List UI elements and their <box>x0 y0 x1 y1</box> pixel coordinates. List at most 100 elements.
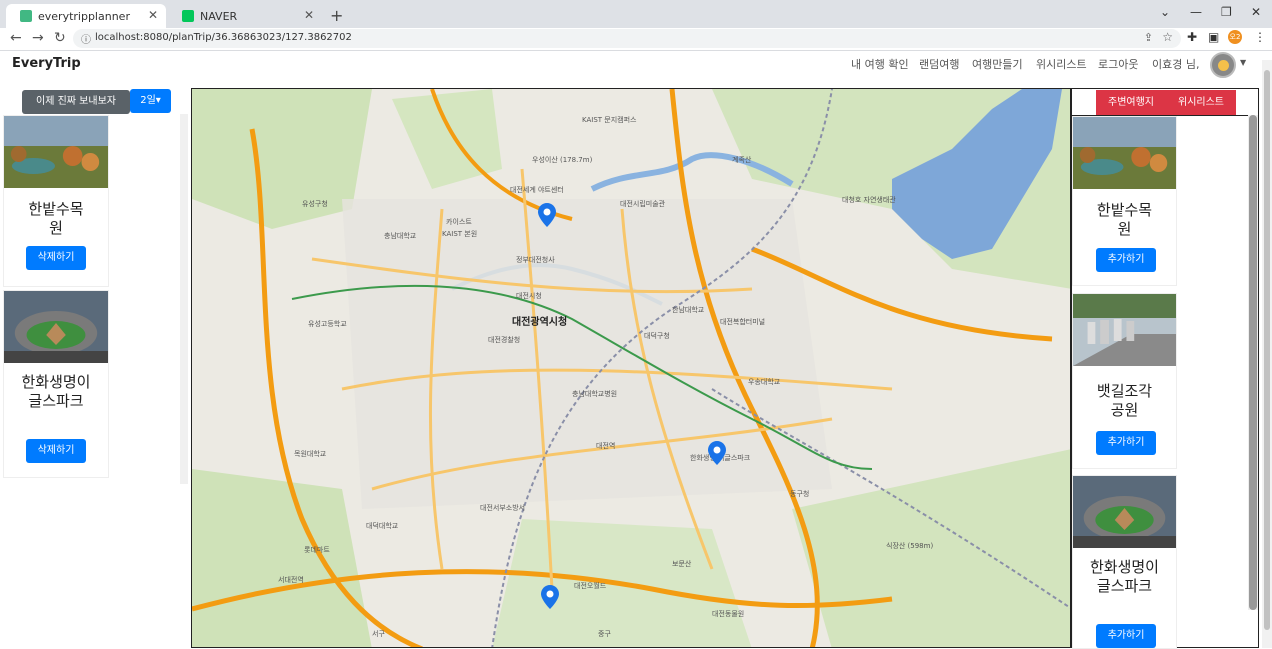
map-label: 보문산 <box>672 560 692 568</box>
map-label: 유성구청 <box>302 200 328 208</box>
add-button[interactable]: 추가하기 <box>1096 248 1156 272</box>
tab-everytrip[interactable]: everytripplanner ✕ <box>6 4 166 28</box>
card-title: 한화생명이글스파크 <box>1089 558 1159 595</box>
send-plan-button[interactable]: 이제 진짜 보내보자 <box>22 90 130 114</box>
page-scrollbar-thumb[interactable] <box>1264 70 1270 630</box>
close-tab-icon[interactable]: ✕ <box>304 8 314 22</box>
tab-strip: everytripplanner ✕ NAVER ✕ + ⌄ — ❐ ✕ <box>0 0 1272 28</box>
tab-naver[interactable]: NAVER ✕ <box>168 4 322 28</box>
plan-card: 한밭수목원 삭제하기 <box>3 115 109 287</box>
left-scrollbar[interactable] <box>180 114 188 484</box>
map-label: 우성이산 (178.7m) <box>532 156 593 164</box>
card-title: 한화생명이글스파크 <box>21 373 91 410</box>
close-tab-icon[interactable]: ✕ <box>148 8 158 22</box>
tab-wishlist[interactable]: 위시리스트 <box>1166 90 1236 115</box>
page-scrollbar[interactable] <box>1262 60 1272 648</box>
nav-my-trips[interactable]: 내 여행 확인 <box>851 56 909 72</box>
map-label: 대전복합터미널 <box>720 318 766 326</box>
map-label: 대전역 <box>596 442 616 450</box>
ballpark-thumbnail <box>4 291 108 363</box>
brand-logo[interactable]: EveryTrip <box>12 56 81 71</box>
app-navbar: EveryTrip 내 여행 확인 랜덤여행 여행만들기 위시리스트 로그아웃 … <box>0 51 1272 88</box>
map-pin-icon[interactable] <box>708 441 726 465</box>
card-title: 뱃길조각공원 <box>1096 382 1153 419</box>
right-scrollbar-thumb[interactable] <box>1249 115 1257 610</box>
nav-wishlist[interactable]: 위시리스트 <box>1036 56 1087 72</box>
map-label: 대덕구청 <box>644 332 670 340</box>
map-label: 카이스트 <box>446 218 472 226</box>
map-label: 대전광역시청 <box>512 317 568 328</box>
minimize-icon[interactable]: — <box>1190 5 1202 19</box>
map-canvas <box>192 89 1070 647</box>
address-bar[interactable]: ⓘ localhost:8080/planTrip/36.36863023/12… <box>73 29 1181 48</box>
sculpture-park-thumbnail <box>1073 294 1176 366</box>
map-label: 식장산 (598m) <box>886 542 934 550</box>
map-label: 대전세계 야트센터 <box>510 186 564 194</box>
naver-favicon-icon <box>182 10 194 22</box>
add-button[interactable]: 추가하기 <box>1096 431 1156 455</box>
extensions-icon[interactable]: ✚ <box>1187 30 1197 44</box>
nav-random-trip[interactable]: 랜덤여행 <box>919 56 959 72</box>
map-label: 한남대학교 <box>672 306 705 314</box>
forward-icon[interactable]: → <box>32 30 44 46</box>
map-label: 정부대전청사 <box>516 256 555 264</box>
map-label: 목원대학교 <box>294 450 327 458</box>
more-menu-icon[interactable]: ⋮ <box>1254 30 1266 44</box>
user-avatar[interactable] <box>1210 52 1236 78</box>
map-label: 대전서부소방서 <box>480 504 526 512</box>
nav-logout[interactable]: 로그아웃 <box>1098 56 1138 72</box>
suggestion-card: 한밭수목원 추가하기 <box>1072 116 1177 286</box>
chevron-down-icon[interactable]: ▼ <box>1240 58 1246 67</box>
suggestion-card: 뱃길조각공원 추가하기 <box>1072 293 1177 469</box>
nav-username: 이효경 님, <box>1152 58 1200 71</box>
map-label: 우송대학교 <box>748 378 781 386</box>
vue-favicon-icon <box>20 10 32 22</box>
share-icon[interactable]: ⇪ <box>1144 31 1153 44</box>
map-label: 충남대학교병원 <box>572 390 618 398</box>
map-label: 대덕대학교 <box>366 522 399 530</box>
map-pin-icon[interactable] <box>538 203 556 227</box>
tab-search-icon[interactable]: ⌄ <box>1160 5 1170 19</box>
info-icon[interactable]: ⓘ <box>81 31 91 46</box>
nav-make-trip[interactable]: 여행만들기 <box>972 56 1023 72</box>
add-button[interactable]: 추가하기 <box>1096 624 1156 648</box>
ballpark-thumbnail <box>1073 476 1176 548</box>
map-pin-icon[interactable] <box>541 585 559 609</box>
map-label: 대전시립미술관 <box>620 200 666 208</box>
map-label: 계족산 <box>732 156 752 164</box>
profile-avatar[interactable]: 오2 <box>1228 30 1242 44</box>
delete-button[interactable]: 삭제하기 <box>26 246 86 270</box>
map-label: 충남대학교 <box>384 232 417 240</box>
right-suggestion-panel: 주변여행지 위시리스트 한밭수목원 추가하기 뱃길조각공원 추가하기 한화생명이… <box>1071 88 1259 649</box>
sidepanel-icon[interactable]: ▣ <box>1208 30 1219 44</box>
map-label: 대전오월드 <box>574 582 607 590</box>
map-view[interactable]: 대전광역시청 대전세계 야트센터 정부대전청사 우성이산 (178.7m) 유성… <box>191 88 1071 648</box>
map-label: 롯데마트 <box>304 546 330 554</box>
tab-nearby[interactable]: 주변여행지 <box>1096 90 1166 115</box>
avatar-face-icon <box>1218 60 1229 71</box>
map-label: 유성고등학교 <box>308 320 347 328</box>
delete-button[interactable]: 삭제하기 <box>26 439 86 463</box>
map-label: KAIST 문지캠퍼스 <box>582 116 637 124</box>
bookmark-star-icon[interactable]: ☆ <box>1162 30 1173 44</box>
tab-title: NAVER <box>200 9 238 23</box>
card-title: 한밭수목원 <box>1096 201 1153 238</box>
map-label: 서대전역 <box>278 576 304 584</box>
close-window-icon[interactable]: ✕ <box>1251 5 1261 19</box>
new-tab-icon[interactable]: + <box>330 6 343 25</box>
map-label: KAIST 본원 <box>442 230 478 238</box>
map-label: 대전경찰청 <box>488 336 521 344</box>
map-label: 대청호 자연생태관 <box>842 196 896 204</box>
map-label: 대전시청 <box>516 292 542 300</box>
suggestion-card: 한화생명이글스파크 추가하기 <box>1072 475 1177 649</box>
arboretum-thumbnail <box>1073 117 1176 189</box>
browser-toolbar: ← → ↻ ⓘ localhost:8080/planTrip/36.36863… <box>0 28 1272 51</box>
maximize-icon[interactable]: ❐ <box>1221 5 1232 19</box>
card-title: 한밭수목원 <box>28 200 84 237</box>
right-scrollbar[interactable] <box>1248 115 1258 610</box>
reload-icon[interactable]: ↻ <box>54 30 66 46</box>
day-dropdown[interactable]: 2일▾ <box>130 89 171 113</box>
back-icon[interactable]: ← <box>10 30 22 46</box>
url-text: localhost:8080/planTrip/36.36863023/127.… <box>95 32 352 43</box>
map-label: 중구 <box>598 630 611 638</box>
